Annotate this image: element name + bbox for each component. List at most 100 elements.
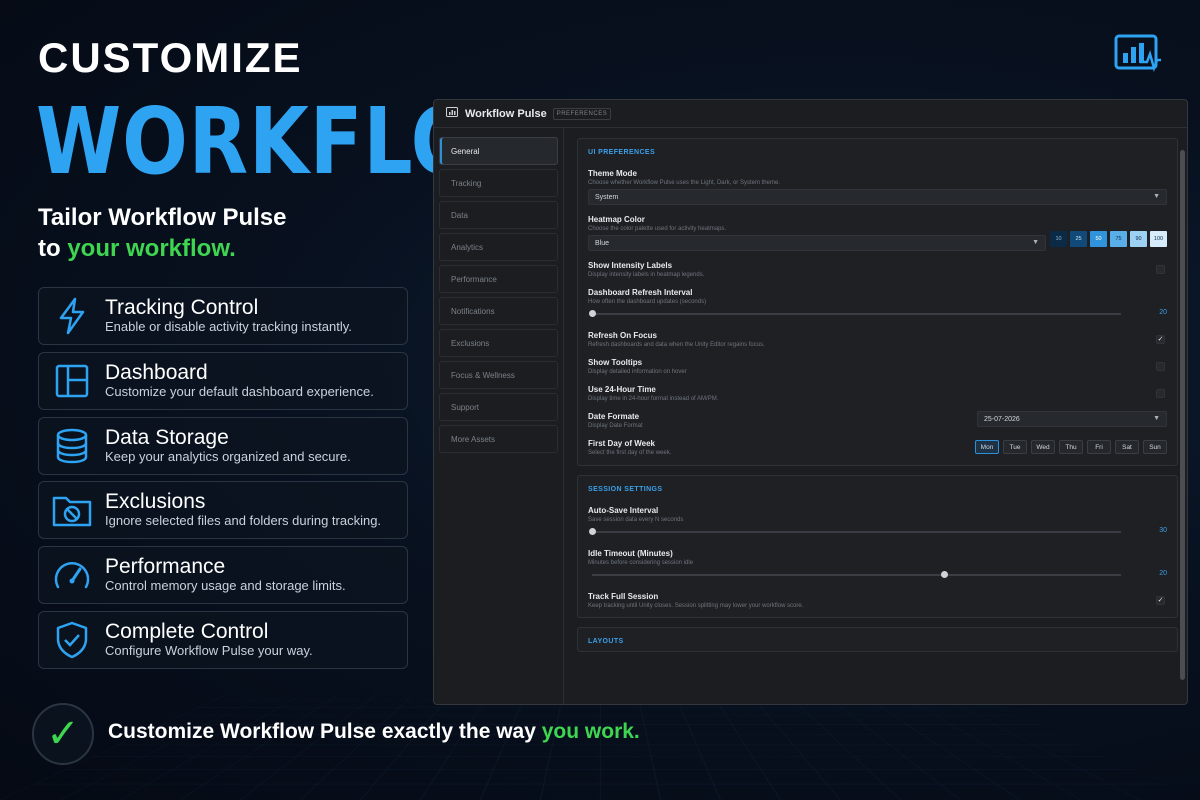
caret-down-icon: ▼ [1032, 239, 1039, 246]
feature-card-data-storage: Data Storage Keep your analytics organize… [38, 416, 408, 475]
section-header: UI PREFERENCES [588, 149, 656, 156]
day-sun[interactable]: Sun [1143, 440, 1167, 454]
intensity-labels-row: Show Intensity Labels Display intensity … [588, 254, 1167, 281]
footer-slogan: Customize Workflow Pulse exactly the way… [108, 720, 640, 744]
feature-card-tracking-control: Tracking Control Enable or disable activi… [38, 287, 408, 345]
slider-thumb[interactable] [589, 528, 596, 535]
slider-thumb[interactable] [589, 310, 596, 317]
auto-save-row: Auto-Save Interval Save session data eve… [588, 499, 1167, 542]
row-desc: Display time in 24-hour format instead o… [588, 396, 719, 402]
row-title: Heatmap Color [588, 215, 645, 224]
content-scrollbar[interactable] [1180, 150, 1185, 680]
sidebar-item-notifications[interactable]: Notifications [439, 297, 558, 325]
swatch-50: 50 [1090, 231, 1107, 247]
footer-text: Customize Workflow Pulse exactly the way [108, 720, 542, 743]
sidebar-item-tracking[interactable]: Tracking [439, 169, 558, 197]
swatch-25: 25 [1070, 231, 1087, 247]
analytics-logo-icon [1114, 34, 1162, 81]
auto-save-slider[interactable]: 30 [588, 525, 1167, 539]
slider-value: 20 [1159, 570, 1167, 577]
sidebar-item-performance[interactable]: Performance [439, 265, 558, 293]
show-tooltips-row: Show Tooltips Display detailed informati… [588, 351, 1167, 378]
sidebar-item-support[interactable]: Support [439, 393, 558, 421]
swatch-10: 10 [1050, 231, 1067, 247]
track-full-session-checkbox[interactable]: ✓ [1156, 596, 1165, 605]
tagline-line2: to your workflow. [38, 233, 286, 264]
day-tue[interactable]: Tue [1003, 440, 1027, 454]
refresh-interval-row: Dashboard Refresh Interval How often the… [588, 281, 1167, 324]
tagline-line1: Tailor Workflow Pulse [38, 204, 287, 231]
ui-preferences-section: UI PREFERENCES Theme Mode Choose whether… [577, 138, 1178, 466]
slider-track [592, 574, 1121, 576]
feature-card-complete-control: Complete Control Configure Workflow Pulse… [38, 610, 408, 669]
row-desc: Refresh dashboards and data when the Uni… [588, 342, 765, 348]
select-value: System [595, 193, 619, 201]
session-settings-section: SESSION SETTINGS Auto-Save Interval Save… [577, 475, 1178, 618]
shield-check-icon [39, 621, 105, 659]
sidebar-item-analytics[interactable]: Analytics [439, 233, 558, 261]
idle-timeout-slider[interactable]: 20 [588, 568, 1167, 582]
theme-mode-select[interactable]: System ▼ [588, 189, 1167, 205]
sidebar-item-focus-wellness[interactable]: Focus & Wellness [439, 361, 558, 389]
intensity-labels-checkbox[interactable] [1156, 265, 1165, 274]
slider-thumb[interactable] [941, 571, 948, 578]
date-format-select[interactable]: 25-07-2026 ▼ [977, 411, 1167, 427]
window-title: Workflow Pulse [465, 107, 547, 120]
refresh-interval-slider[interactable]: 20 [588, 307, 1167, 321]
row-desc: Display intensity labels in heatmap lege… [588, 272, 705, 278]
sidebar-nav: General Tracking Data Analytics Performa… [434, 128, 564, 704]
caret-down-icon: ▼ [1153, 415, 1160, 422]
refresh-on-focus-checkbox[interactable]: ✓ [1156, 335, 1165, 344]
theme-mode-row: Theme Mode Choose whether Workflow Pulse… [588, 162, 1167, 208]
swatch-100: 100 [1150, 231, 1167, 247]
day-wed[interactable]: Wed [1031, 440, 1055, 454]
track-full-session-row: Track Full Session Keep tracking until U… [588, 585, 1167, 617]
row-desc: Choose whether Workflow Pulse uses the L… [588, 180, 780, 186]
feature-title: Tracking Control [105, 296, 259, 319]
dashboard-layout-icon [39, 363, 105, 399]
day-mon[interactable]: Mon [975, 440, 999, 454]
day-selector: Mon Tue Wed Thu Fri Sat Sun [975, 440, 1167, 454]
checkmark-icon: ✓ [46, 712, 80, 756]
sidebar-item-more-assets[interactable]: More Assets [439, 425, 558, 453]
row-title: Auto-Save Interval [588, 506, 659, 515]
sidebar-item-general[interactable]: General [439, 137, 558, 165]
show-tooltips-checkbox[interactable] [1156, 362, 1165, 371]
background-grid [0, 693, 1200, 800]
sidebar-item-data[interactable]: Data [439, 201, 558, 229]
day-fri[interactable]: Fri [1087, 440, 1111, 454]
day-sat[interactable]: Sat [1115, 440, 1139, 454]
use-24-hour-row: Use 24-Hour Time Display time in 24-hour… [588, 378, 1167, 405]
window-badge: PREFERENCES [552, 107, 612, 120]
slider-track [592, 531, 1121, 533]
row-desc: How often the dashboard updates (seconds… [588, 299, 707, 305]
heatmap-swatches: 10 25 50 75 90 100 [1050, 231, 1167, 247]
tagline-accent: your workflow. [67, 235, 236, 262]
refresh-on-focus-row: Refresh On Focus Refresh dashboards and … [588, 324, 1167, 351]
day-thu[interactable]: Thu [1059, 440, 1083, 454]
use-24-hour-checkbox[interactable] [1156, 389, 1165, 398]
row-title: Use 24-Hour Time [588, 385, 656, 394]
slider-value: 30 [1159, 527, 1167, 534]
row-desc: Display detailed information on hover [588, 369, 687, 375]
tagline-prefix: to [38, 235, 68, 262]
layouts-section: LAYOUTS [577, 627, 1178, 652]
feature-card-dashboard: Dashboard Customize your default dashboar… [38, 351, 408, 410]
app-logo-icon [446, 105, 459, 123]
row-title: Refresh On Focus [588, 331, 657, 340]
slider-track [592, 313, 1121, 315]
feature-desc: Control memory usage and storage limits. [105, 578, 346, 594]
sidebar-item-exclusions[interactable]: Exclusions [439, 329, 558, 357]
select-value: Blue [595, 239, 610, 247]
heatmap-color-row: Heatmap Color Choose the color palette u… [588, 208, 1167, 254]
feature-title: Dashboard [105, 360, 208, 384]
feature-title: Exclusions [105, 490, 206, 514]
row-desc: Minutes before considering session idle [588, 560, 694, 566]
row-title: Theme Mode [588, 169, 637, 178]
swatch-75: 75 [1110, 231, 1127, 247]
row-desc: Save session data every N seconds [588, 517, 684, 523]
row-title: Show Tooltips [588, 358, 643, 367]
heatmap-color-select[interactable]: Blue ▼ [588, 235, 1046, 251]
date-format-row: Date Formate Display Date Format 25-07-2… [588, 405, 1167, 432]
row-title: Dashboard Refresh Interval [588, 288, 693, 297]
